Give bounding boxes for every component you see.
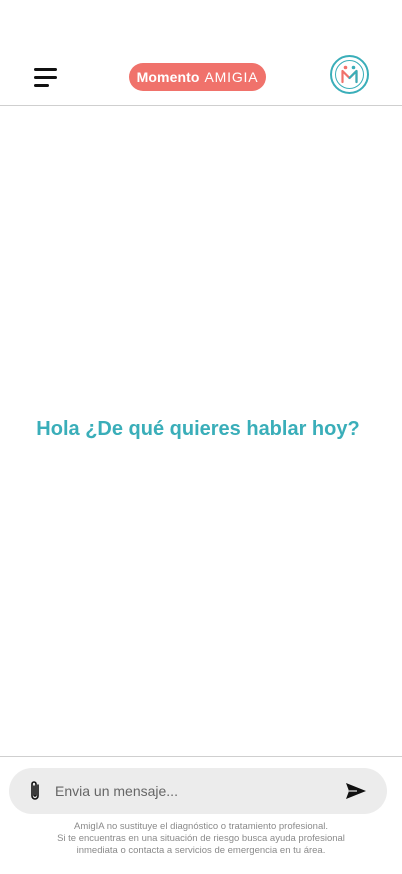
footer-divider <box>0 756 402 757</box>
send-icon[interactable] <box>345 782 367 800</box>
momento-amigia-logo-icon <box>341 65 358 84</box>
profile-avatar-button[interactable] <box>330 55 369 94</box>
brand-amigia: AMIGIA <box>204 69 259 85</box>
disclaimer-line-1: AmigIA no sustituye el diagnóstico o tra… <box>73 821 328 832</box>
brand-word: Momento <box>136 69 200 85</box>
message-input[interactable] <box>55 778 325 804</box>
disclaimer-line-2: Si te encuentras en una situación de rie… <box>57 833 345 844</box>
top-header: Momento AMIGIA <box>0 0 402 106</box>
message-composer <box>9 768 387 814</box>
hamburger-menu-icon[interactable] <box>34 68 58 90</box>
paperclip-icon[interactable] <box>27 779 43 803</box>
greeting-title: Hola ¿De qué quieres hablar hoy? <box>36 418 360 440</box>
brand-logo: Momento AMIGIA <box>129 63 266 91</box>
app-root: Momento AMIGIA Hola ¿De qué quieres habl… <box>0 0 402 874</box>
disclaimer-line-3: inmediata o contacta a servicios de emer… <box>76 845 326 856</box>
disclaimer-text: AmigIA no sustituye el diagnóstico o tra… <box>20 821 382 857</box>
